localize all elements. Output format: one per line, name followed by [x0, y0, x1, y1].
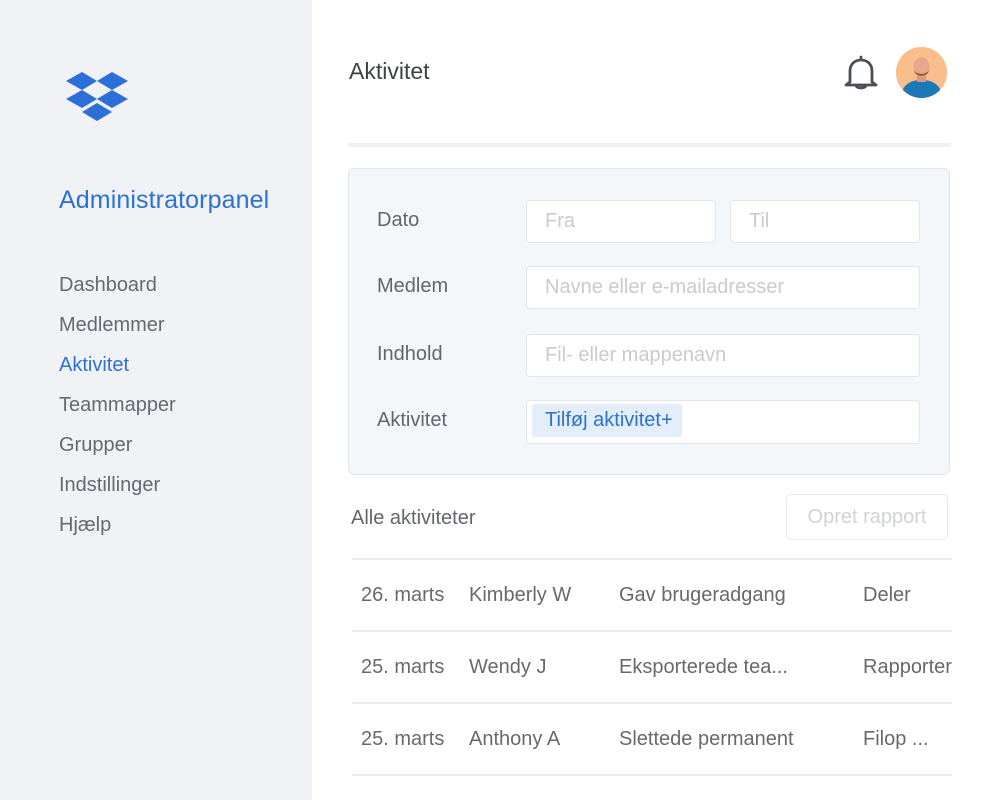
- cell-date: 25. marts: [361, 728, 445, 750]
- cell-type: Filop ...: [863, 728, 929, 750]
- table-row[interactable]: 26. marts Kimberly W Gav brugeradgang De…: [352, 558, 952, 630]
- cell-member: Wendy J: [469, 656, 547, 678]
- bell-icon[interactable]: [843, 54, 879, 92]
- cell-action: Eksporterede tea...: [619, 656, 788, 678]
- sidebar-item-activity[interactable]: Aktivitet: [59, 350, 176, 390]
- table-row[interactable]: 25. marts Wendy J Eksporterede tea... Ra…: [352, 630, 952, 702]
- member-label: Medlem: [377, 275, 449, 297]
- sidebar-item-members[interactable]: Medlemmer: [59, 310, 176, 350]
- cell-date: 25. marts: [361, 656, 445, 678]
- avatar-image: [896, 47, 947, 98]
- sidebar: Administratorpanel Dashboard Medlemmer A…: [0, 0, 312, 800]
- filter-panel: Dato Medlem Indhold Aktivitet Tilføj akt…: [348, 168, 950, 475]
- all-activities-title: Alle aktiviteter: [351, 507, 476, 529]
- cell-member: Kimberly W: [469, 584, 572, 606]
- header-divider: [348, 143, 951, 147]
- activity-label: Aktivitet: [377, 409, 448, 431]
- add-activity-tag[interactable]: Tilføj aktivitet+: [532, 404, 682, 437]
- user-avatar[interactable]: [896, 47, 947, 98]
- date-to-input[interactable]: [730, 200, 920, 243]
- dropbox-logo-icon[interactable]: [66, 72, 128, 128]
- activity-table: 26. marts Kimberly W Gav brugeradgang De…: [352, 558, 952, 776]
- content-label: Indhold: [377, 343, 443, 365]
- content-input[interactable]: [526, 334, 920, 377]
- cell-date: 26. marts: [361, 584, 445, 606]
- sidebar-item-dashboard[interactable]: Dashboard: [59, 270, 176, 310]
- member-input[interactable]: [526, 266, 920, 309]
- sidebar-item-settings[interactable]: Indstillinger: [59, 470, 176, 510]
- date-from-input[interactable]: [526, 200, 716, 243]
- table-row[interactable]: 25. marts Anthony A Slettede permanent F…: [352, 702, 952, 776]
- cell-action: Slettede permanent: [619, 728, 794, 750]
- page-title: Aktivitet: [349, 58, 430, 84]
- cell-action: Gav brugeradgang: [619, 584, 786, 606]
- sidebar-nav: Dashboard Medlemmer Aktivitet Teammapper…: [59, 270, 176, 550]
- create-report-button[interactable]: Opret rapport: [786, 494, 948, 540]
- cell-type: Rapporter: [863, 656, 952, 678]
- admin-panel-title: Administratorpanel: [59, 186, 270, 214]
- date-label: Dato: [377, 209, 420, 231]
- cell-member: Anthony A: [469, 728, 561, 750]
- sidebar-item-help[interactable]: Hjælp: [59, 510, 176, 550]
- activity-input[interactable]: Tilføj aktivitet+: [526, 400, 920, 444]
- sidebar-item-groups[interactable]: Grupper: [59, 430, 176, 470]
- main-content: Aktivitet Dato Medlem Indhold Aktivitet …: [312, 0, 990, 800]
- cell-type: Deler: [863, 584, 911, 606]
- sidebar-item-team-folders[interactable]: Teammapper: [59, 390, 176, 430]
